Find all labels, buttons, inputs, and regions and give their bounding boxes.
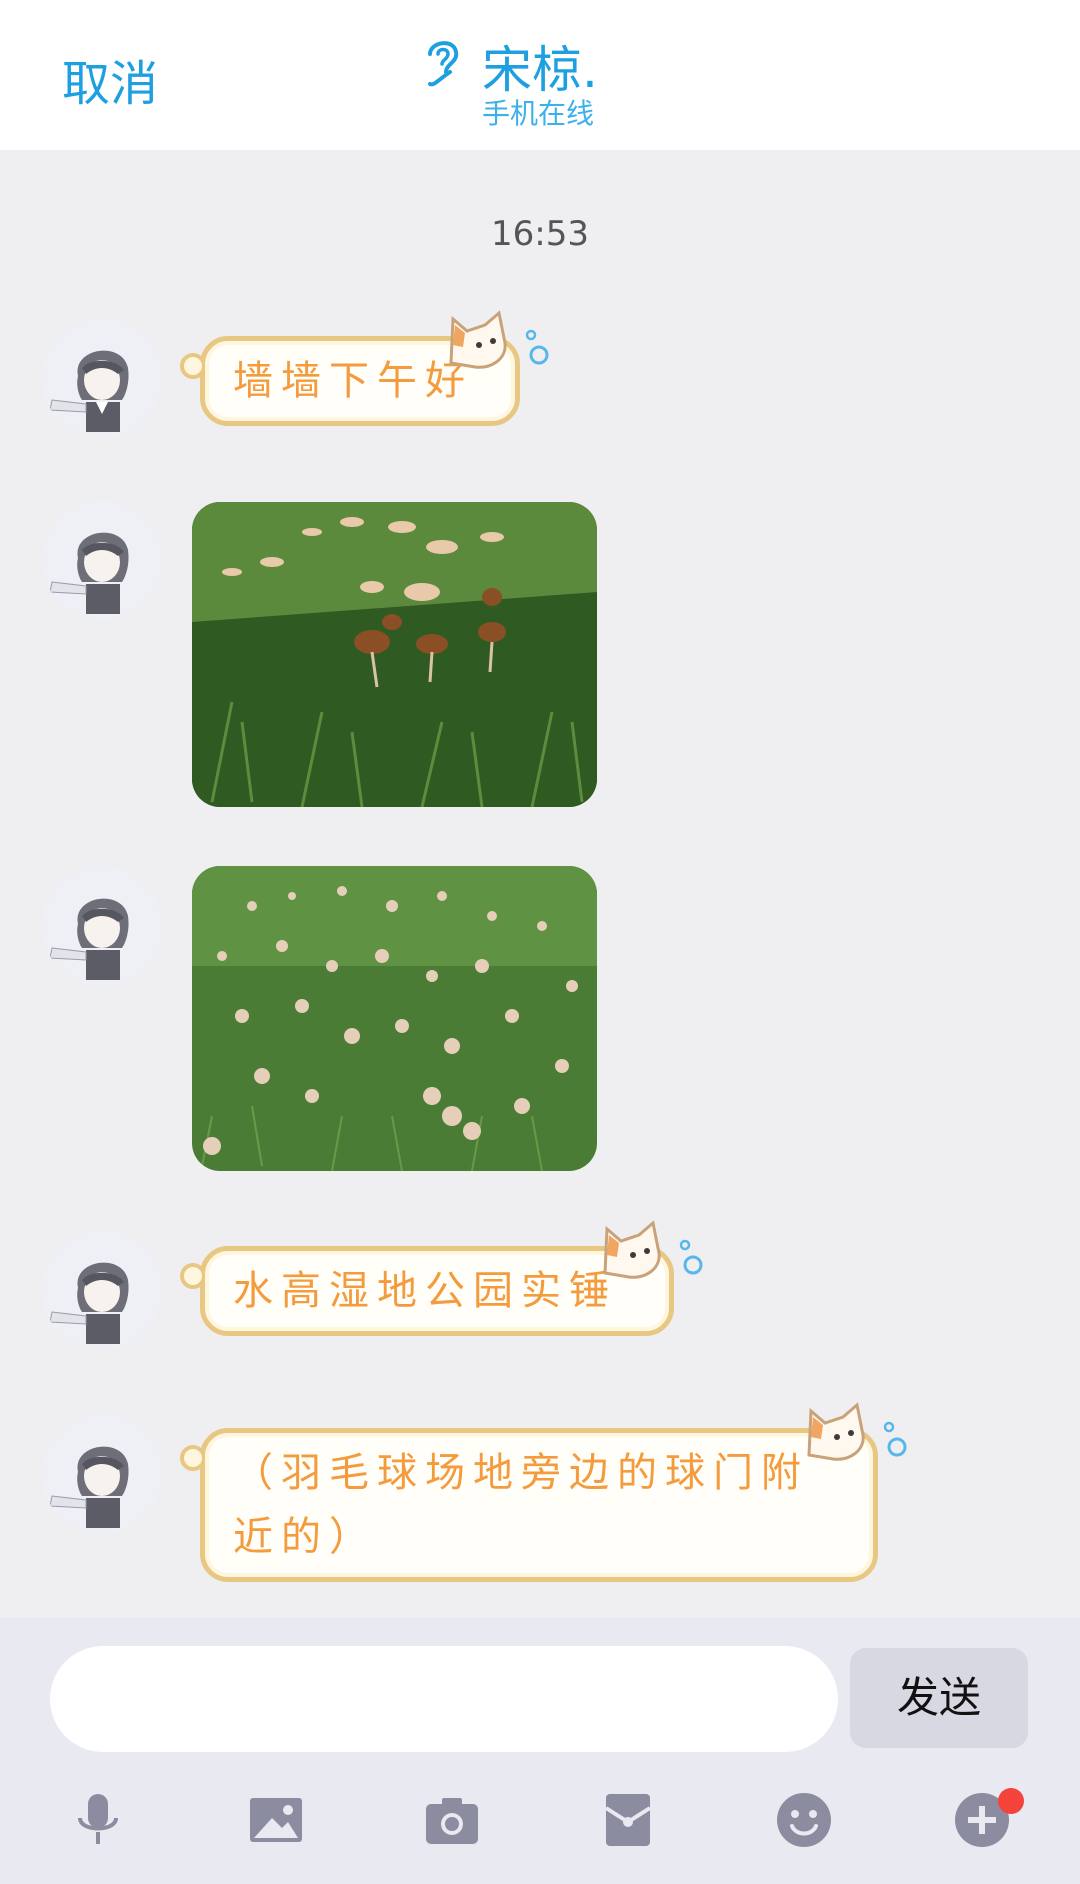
input-toolbar — [0, 1788, 1080, 1868]
camera-icon[interactable] — [420, 1788, 484, 1852]
bubble-tail-icon — [180, 1445, 205, 1471]
send-button[interactable]: 发送 — [850, 1648, 1028, 1748]
avatar[interactable] — [42, 1230, 162, 1350]
red-packet-icon[interactable] — [596, 1788, 660, 1852]
notification-badge — [998, 1788, 1024, 1814]
bubble-dots-icon — [679, 1239, 703, 1275]
avatar[interactable] — [42, 1414, 162, 1534]
avatar[interactable] — [42, 866, 162, 986]
message-input[interactable] — [50, 1646, 838, 1752]
ear-icon[interactable] — [420, 34, 464, 90]
mushroom-closeup-image — [192, 502, 597, 807]
bubble-tail-icon — [180, 1263, 205, 1289]
message-bubble[interactable]: 墙墙下午好 — [180, 310, 549, 426]
image-icon[interactable] — [244, 1788, 308, 1852]
bubble-dots-icon — [525, 329, 549, 365]
mushroom-field-image — [192, 866, 597, 1171]
avatar[interactable] — [42, 318, 162, 438]
bubble-dots-icon — [883, 1421, 907, 1457]
message-text: （羽毛球场地旁边的球门附近的） — [233, 1450, 809, 1560]
message-bubble[interactable]: （羽毛球场地旁边的球门附近的） — [180, 1402, 907, 1582]
message-timestamp: 16:53 — [491, 214, 589, 254]
message-bubble[interactable]: 水高湿地公园实锤 — [180, 1220, 703, 1336]
cat-decoration-icon — [807, 1402, 865, 1461]
chat-header: 取消 宋椋. 手机在线 — [0, 0, 1080, 150]
cat-decoration-icon — [449, 310, 507, 369]
cancel-button[interactable]: 取消 — [62, 44, 158, 114]
contact-status: 手机在线 — [482, 97, 595, 130]
message-photo[interactable] — [192, 866, 597, 1171]
cat-decoration-icon — [603, 1220, 661, 1279]
message-text: 水高湿地公园实锤 — [233, 1268, 617, 1314]
message-text: 墙墙下午好 — [233, 358, 473, 404]
message-photo[interactable] — [192, 502, 597, 807]
bubble-tail-icon — [180, 353, 205, 379]
avatar[interactable] — [42, 500, 162, 620]
microphone-icon[interactable] — [66, 1788, 130, 1852]
input-bar: 发送 — [0, 1618, 1080, 1884]
emoji-icon[interactable] — [772, 1788, 836, 1852]
